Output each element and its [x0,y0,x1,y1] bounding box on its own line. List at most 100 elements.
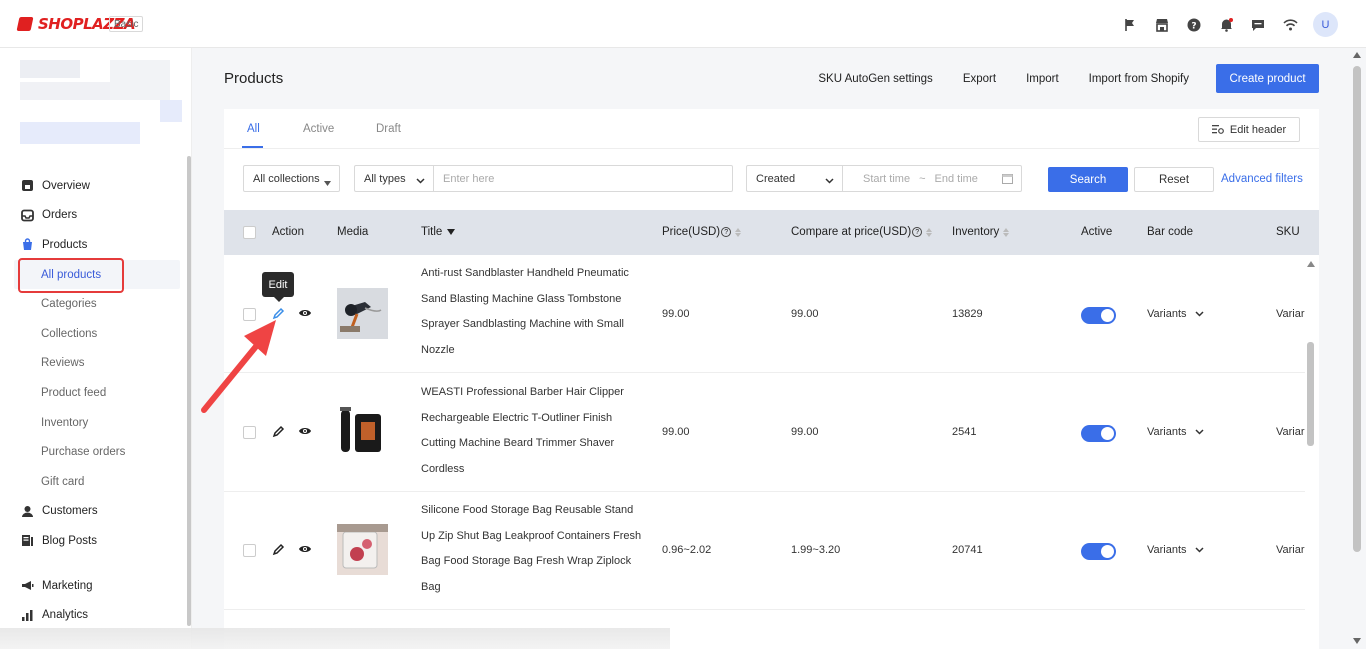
bar-chart-icon [20,608,34,622]
nav-gift-card[interactable]: Gift card [0,467,186,497]
barcode-variants-dropdown[interactable]: Variants [1147,544,1204,556]
caret-down-icon [324,177,331,189]
col-barcode: Bar code [1147,226,1194,238]
advanced-filters-link[interactable]: Advanced filters [1221,173,1303,185]
active-toggle[interactable] [1081,543,1116,560]
export-button[interactable]: Export [963,73,996,85]
date-field-select[interactable]: Created [746,165,842,192]
col-sku: SKU [1276,226,1300,238]
inventory-value: 2541 [952,426,977,438]
bell-icon[interactable] [1217,16,1235,34]
nav-orders[interactable]: Orders [0,201,186,231]
product-thumbnail[interactable] [337,288,388,339]
product-title[interactable]: Silicone Food Storage Bag Reusable Stand… [421,498,646,601]
col-inventory[interactable]: Inventory [952,226,1010,238]
search-input[interactable]: Enter here [433,165,733,192]
nav-label: Products [42,238,88,251]
page-scroll-up-arrow[interactable] [1353,52,1361,58]
price-value: 99.00 [662,308,690,320]
product-thumbnail[interactable] [337,406,388,457]
megaphone-icon [20,579,34,593]
plan-badge: Basic [109,16,144,32]
tab-active[interactable]: Active [303,123,334,135]
import-button[interactable]: Import [1026,73,1059,85]
table-row[interactable]: WEASTI Professional Barber Hair Clipper … [224,374,1305,492]
nav-customers[interactable]: Customers [0,497,186,527]
nav-label: Customers [42,505,98,518]
user-avatar[interactable]: U [1313,12,1338,37]
active-toggle[interactable] [1081,307,1116,324]
row-checkbox[interactable] [243,544,256,557]
search-button[interactable]: Search [1048,167,1128,192]
inventory-value: 20741 [952,544,983,556]
active-toggle[interactable] [1081,425,1116,442]
sidebar-scrollbar[interactable] [187,156,191,626]
edit-header-button[interactable]: Edit header [1198,117,1300,142]
types-select[interactable]: All types [354,165,433,192]
nav-blog-posts[interactable]: Blog Posts [0,526,186,556]
product-title[interactable]: Anti-rust Sandblaster Handheld Pneumatic… [421,261,646,364]
nav-inventory[interactable]: Inventory [0,408,186,438]
preview-eye-icon[interactable] [298,426,312,439]
reset-button[interactable]: Reset [1134,167,1214,192]
page-scrollbar[interactable] [1353,66,1361,552]
barcode-variants-dropdown[interactable]: Variants [1147,426,1204,438]
nav-product-feed[interactable]: Product feed [0,378,186,408]
tab-all[interactable]: All [247,123,260,135]
flag-icon[interactable] [1121,16,1139,34]
nav-label: Purchase orders [41,446,126,459]
import-from-shopify-button[interactable]: Import from Shopify [1089,73,1189,85]
home-icon [20,179,34,193]
wifi-icon[interactable] [1281,16,1299,34]
col-compare-price[interactable]: Compare at price(USD)? [791,226,933,238]
variants-label: Variants [1147,308,1187,320]
page-scroll-down-arrow[interactable] [1353,638,1361,644]
nav-categories[interactable]: Categories [0,289,186,319]
edit-icon[interactable] [272,425,285,441]
col-title[interactable]: Title [421,226,456,238]
page-title: Products [224,70,284,87]
variants-label: Variants [1147,544,1187,556]
compare-price-value: 1.99~3.20 [791,544,841,556]
nav-overview[interactable]: Overview [0,171,186,201]
nav-label: Collections [41,327,98,340]
edit-icon[interactable] [272,543,285,559]
sidebar-nav: Overview Orders Products All products Ca… [0,171,186,630]
table-scroll-up-arrow[interactable] [1307,261,1315,267]
table-scrollbar[interactable] [1307,342,1314,446]
select-all-checkbox[interactable] [243,226,256,239]
range-separator: ~ [919,172,926,185]
help-icon[interactable]: ? [1185,16,1203,34]
barcode-variants-dropdown[interactable]: Variants [1147,308,1204,320]
collections-select[interactable]: All collections [243,165,340,192]
nav-products[interactable]: Products [0,230,186,260]
bag-icon [20,238,34,252]
nav-reviews[interactable]: Reviews [0,349,186,379]
sort-desc-icon [447,226,456,238]
col-title-label: Title [421,226,443,238]
red-arrow-annotation [201,320,276,413]
nav-collections[interactable]: Collections [0,319,186,349]
sku-autogen-settings-button[interactable]: SKU AutoGen settings [818,73,932,85]
tab-draft[interactable]: Draft [376,123,401,135]
table-row[interactable]: Silicone Food Storage Bag Reusable Stand… [224,492,1305,610]
preview-eye-icon[interactable] [298,308,312,321]
nav-analytics[interactable]: Analytics [0,600,186,630]
row-checkbox[interactable] [243,426,256,439]
nav-purchase-orders[interactable]: Purchase orders [0,437,186,467]
person-icon [20,504,34,518]
nav-marketing[interactable]: Marketing [0,571,186,601]
product-thumbnail[interactable] [337,524,388,575]
chevron-down-icon [1195,426,1204,438]
store-icon[interactable] [1153,16,1171,34]
preview-eye-icon[interactable] [298,544,312,557]
product-title[interactable]: WEASTI Professional Barber Hair Clipper … [421,380,646,483]
table-row[interactable]: Anti-rust Sandblaster Handheld Pneumatic… [224,255,1305,373]
nav-label: Reviews [41,357,85,370]
col-price[interactable]: Price(USD)? [662,226,742,238]
sku-value: Variar [1276,308,1305,320]
status-tabs: All Active Draft Edit header [224,109,1319,149]
chat-icon[interactable] [1249,16,1267,34]
create-product-button[interactable]: Create product [1216,64,1319,93]
date-range-picker[interactable]: Start time ~ End time [842,165,1022,192]
